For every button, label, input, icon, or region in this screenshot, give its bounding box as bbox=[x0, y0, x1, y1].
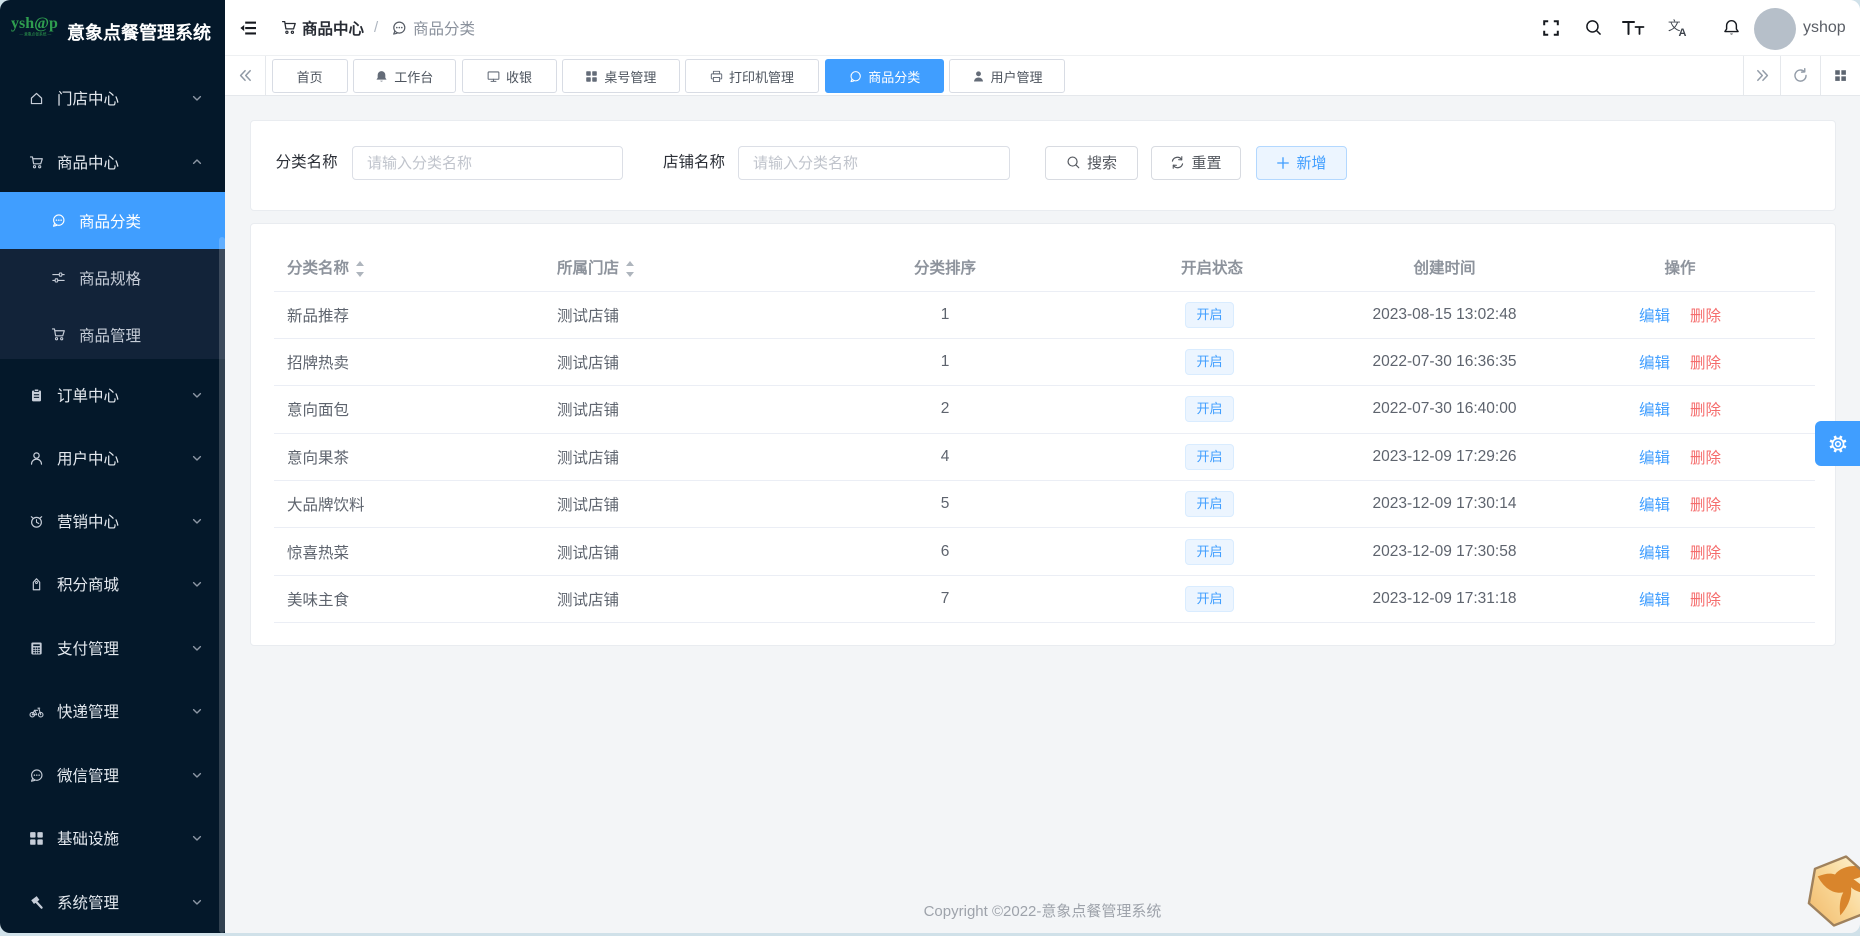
svg-text:A: A bbox=[1678, 27, 1686, 37]
